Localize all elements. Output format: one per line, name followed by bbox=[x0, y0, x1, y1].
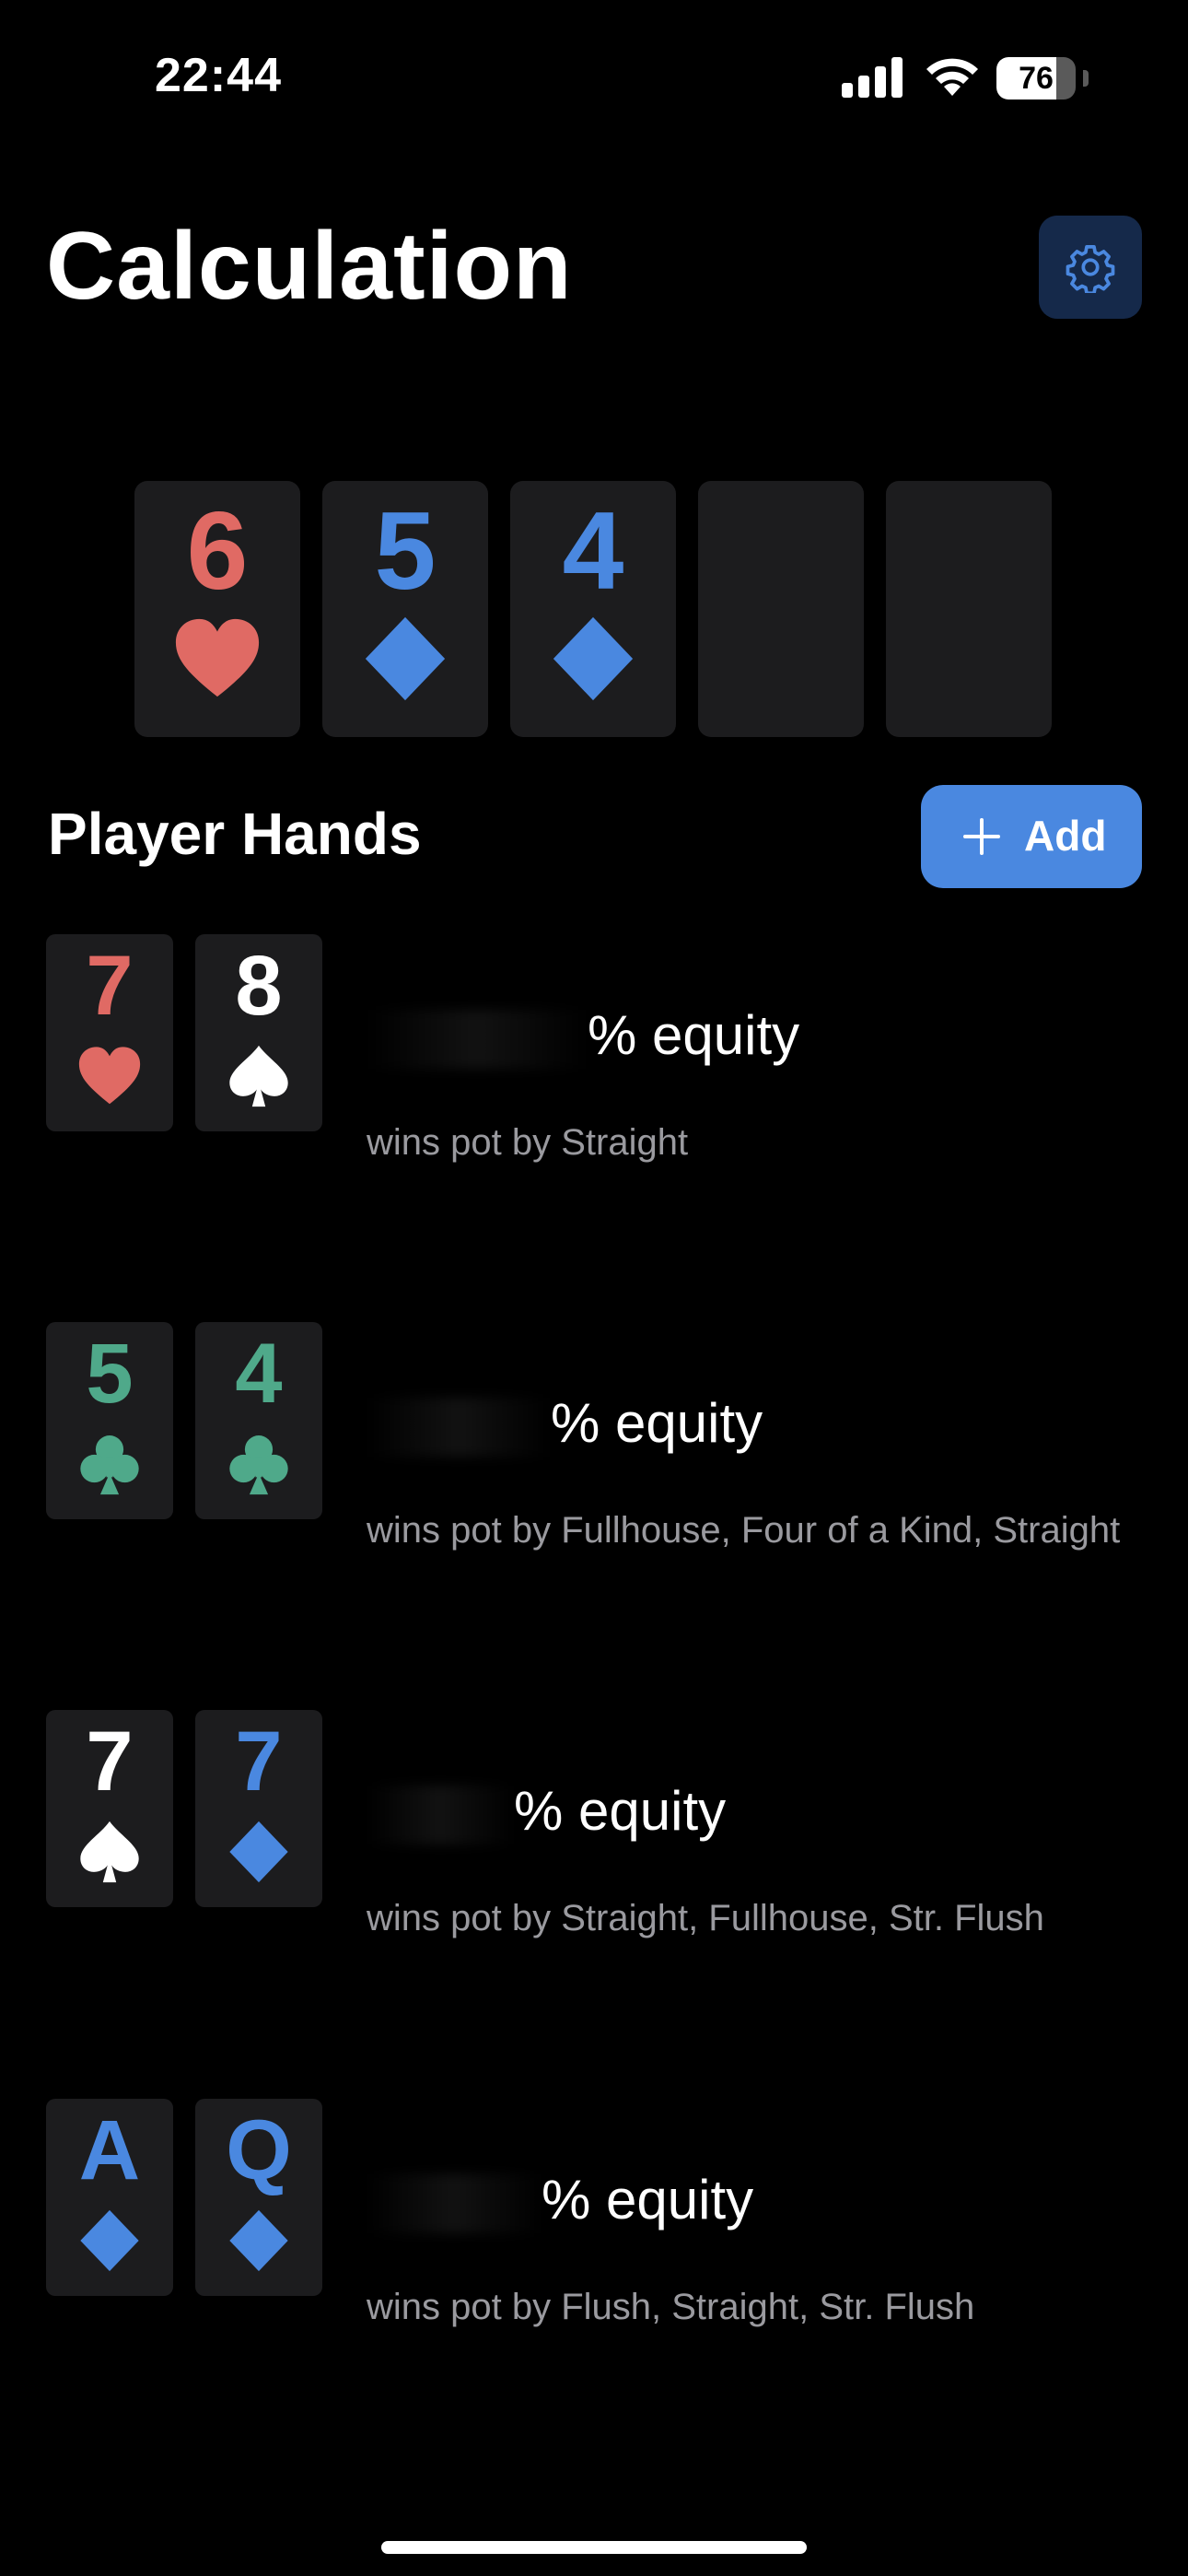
heart-suit-icon bbox=[175, 618, 260, 697]
plus-icon bbox=[963, 818, 1000, 855]
equity-label: % equity bbox=[542, 2169, 754, 2231]
diamond-suit-icon bbox=[229, 1821, 288, 1883]
equity-value: % equity bbox=[367, 1387, 763, 1460]
diamond-suit-icon bbox=[365, 616, 446, 701]
diamond-suit-icon bbox=[229, 2209, 288, 2272]
card-suit-icon bbox=[924, 614, 1014, 704]
card-rank: 4 bbox=[562, 489, 624, 613]
diamond-suit-icon bbox=[553, 616, 634, 701]
battery-percent: 76 bbox=[1019, 61, 1054, 96]
board-card-5-empty[interactable] bbox=[886, 481, 1052, 737]
card-rank: 7 bbox=[235, 1715, 283, 1809]
hand-card[interactable]: 7 bbox=[195, 1710, 322, 1907]
equity-label: % equity bbox=[588, 1004, 800, 1066]
hand-card[interactable]: A bbox=[46, 2099, 173, 2296]
hand-card[interactable]: 7 bbox=[46, 1710, 173, 1907]
wins-description: wins pot by Fullhouse, Four of a Kind, S… bbox=[367, 1510, 1121, 1551]
hand-card[interactable]: 5 bbox=[46, 1322, 173, 1519]
card-rank: A bbox=[78, 2103, 141, 2197]
wins-description: wins pot by Straight, Fullhouse, Str. Fl… bbox=[367, 1898, 1044, 1938]
card-rank: 6 bbox=[186, 489, 249, 613]
wins-description: wins pot by Straight bbox=[367, 1122, 689, 1163]
equity-label: % equity bbox=[551, 1392, 763, 1454]
equity-value: % equity bbox=[367, 999, 799, 1072]
status-time: 22:44 bbox=[155, 49, 282, 102]
card-rank: 8 bbox=[235, 939, 283, 1033]
battery-indicator: 76 bbox=[996, 57, 1089, 100]
equity-value: % equity bbox=[367, 2163, 753, 2237]
diamond-suit-icon bbox=[80, 2209, 139, 2272]
settings-button[interactable] bbox=[1039, 216, 1142, 319]
obscured-equity-number bbox=[367, 1398, 551, 1458]
hand-card[interactable]: 4 bbox=[195, 1322, 322, 1519]
add-button-label: Add bbox=[1024, 812, 1107, 860]
hand-card[interactable]: 7 bbox=[46, 934, 173, 1131]
status-bar: 22:44 76 bbox=[0, 0, 1188, 157]
club-suit-icon bbox=[80, 1435, 139, 1495]
card-rank: Q bbox=[226, 2103, 292, 2197]
spade-suit-icon bbox=[229, 1045, 288, 1107]
club-suit-icon bbox=[229, 1435, 288, 1495]
hand-card[interactable]: Q bbox=[195, 2099, 322, 2296]
card-suit-icon bbox=[736, 614, 826, 704]
heart-suit-icon bbox=[78, 1047, 141, 1105]
home-indicator[interactable] bbox=[381, 2541, 807, 2554]
page-title: Calculation bbox=[46, 213, 573, 320]
card-rank: 7 bbox=[86, 1715, 134, 1809]
card-rank: 5 bbox=[86, 1327, 134, 1421]
card-rank: 7 bbox=[86, 939, 134, 1033]
hand-card[interactable]: 8 bbox=[195, 934, 322, 1131]
obscured-equity-number bbox=[367, 2174, 542, 2234]
add-hand-button[interactable]: Add bbox=[921, 785, 1142, 888]
cellular-signal-icon bbox=[842, 57, 903, 98]
player-hands-title: Player Hands bbox=[48, 801, 422, 867]
equity-label: % equity bbox=[514, 1780, 727, 1842]
equity-value: % equity bbox=[367, 1774, 726, 1848]
board-card-3[interactable]: 4 bbox=[510, 481, 676, 737]
wifi-icon bbox=[926, 58, 978, 96]
obscured-equity-number bbox=[367, 1786, 514, 1845]
card-rank: 5 bbox=[374, 489, 437, 613]
spade-suit-icon bbox=[80, 1821, 139, 1883]
card-rank: 4 bbox=[235, 1327, 283, 1421]
wins-description: wins pot by Flush, Straight, Str. Flush bbox=[367, 2287, 975, 2327]
obscured-equity-number bbox=[367, 1010, 588, 1070]
board-card-1[interactable]: 6 bbox=[134, 481, 300, 737]
board-card-2[interactable]: 5 bbox=[322, 481, 488, 737]
board-card-4-empty[interactable] bbox=[698, 481, 864, 737]
gear-icon bbox=[1066, 244, 1115, 293]
